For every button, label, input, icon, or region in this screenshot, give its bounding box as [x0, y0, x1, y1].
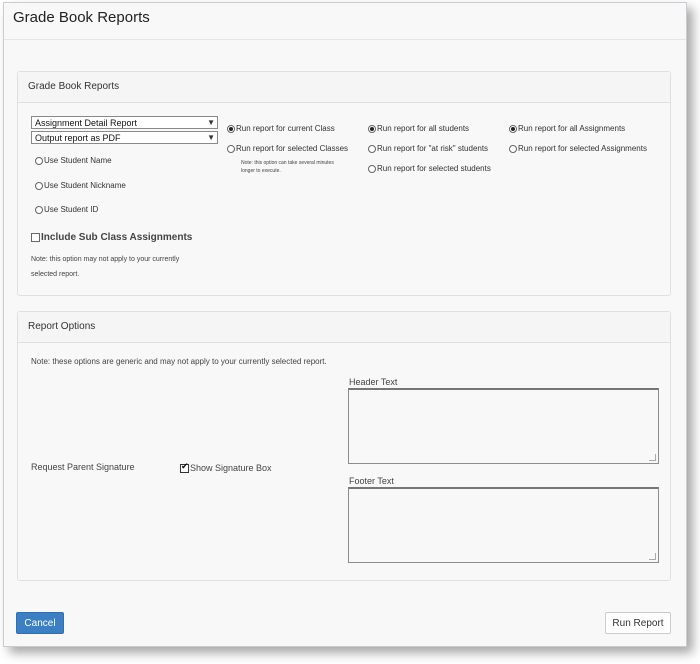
include-sub-class-checkbox[interactable]: Include Sub Class Assignments	[31, 232, 192, 243]
radio-use-student-id[interactable]: Use Student ID	[35, 205, 98, 214]
chevron-down-icon: ▼	[207, 118, 215, 127]
radio-icon	[35, 205, 43, 214]
header-text-label: Header Text	[349, 377, 398, 387]
radio-use-student-nickname[interactable]: Use Student Nickname	[35, 181, 126, 190]
title-divider	[4, 39, 686, 40]
output-format-select[interactable]: Output report as PDF ▼	[31, 131, 218, 144]
radio-label: Run report for selected Classes	[236, 144, 349, 153]
report-options-heading: Report Options	[18, 312, 670, 343]
radio-selected-icon	[227, 124, 235, 133]
radio-label: Run report for "at risk" students	[377, 144, 489, 153]
radio-label: Run report for selected students	[377, 164, 491, 173]
cancel-button[interactable]: Cancel	[16, 612, 64, 634]
show-signature-checkbox[interactable]: Show Signature Box	[180, 462, 272, 473]
radio-icon	[368, 164, 376, 173]
radio-label: Run report for current Class	[236, 124, 335, 133]
radio-at-risk-students[interactable]: Run report for "at risk" students	[368, 144, 488, 153]
parent-signature-label: Request Parent Signature	[31, 462, 135, 472]
radio-use-student-name[interactable]: Use Student Name	[35, 156, 112, 165]
report-options-panel: Report Options Note: these options are g…	[17, 311, 671, 581]
header-text-input[interactable]	[348, 388, 659, 464]
chevron-down-icon: ▼	[207, 133, 215, 142]
radio-selected-classes[interactable]: Run report for selected Classes	[227, 144, 348, 153]
radio-icon	[509, 144, 517, 153]
output-format-value: Output report as PDF	[35, 133, 121, 143]
footer-text-input[interactable]	[348, 487, 659, 563]
radio-label: Run report for all students	[377, 124, 470, 133]
radio-icon	[368, 144, 376, 153]
checkbox-checked-icon	[180, 462, 189, 473]
radio-current-class[interactable]: Run report for current Class	[227, 124, 335, 133]
report-type-value: Assignment Detail Report	[35, 118, 138, 128]
footer-text-label: Footer Text	[349, 476, 394, 486]
option-note-line-1: Note: this option may not apply to your …	[31, 256, 180, 263]
radio-selected-assignments[interactable]: Run report for selected Assignments	[509, 144, 647, 153]
radio-label: Use Student ID	[44, 205, 99, 214]
radio-label: Run report for all Assignments	[518, 124, 626, 133]
resize-handle-icon[interactable]	[649, 454, 656, 461]
report-type-select[interactable]: Assignment Detail Report ▼	[31, 116, 218, 129]
options-note: Note: these options are generic and may …	[31, 357, 327, 366]
radio-label: Use Student Name	[44, 156, 112, 165]
checkbox-label: Include Sub Class Assignments	[41, 232, 193, 243]
checkbox-label: Show Signature Box	[190, 463, 272, 473]
option-note-line-2: selected report.	[31, 271, 80, 278]
class-note-line-2: longer to execute.	[241, 168, 281, 174]
radio-all-assignments[interactable]: Run report for all Assignments	[509, 124, 625, 133]
radio-label: Use Student Nickname	[44, 181, 126, 190]
radio-label: Run report for selected Assignments	[518, 144, 647, 153]
checkbox-icon	[31, 233, 40, 242]
radio-icon	[35, 181, 43, 190]
run-report-button[interactable]: Run Report	[605, 612, 671, 634]
report-panel-heading: Grade Book Reports	[18, 72, 670, 103]
radio-selected-icon	[368, 124, 376, 133]
radio-icon	[35, 156, 43, 165]
report-panel: Grade Book Reports Assignment Detail Rep…	[17, 71, 671, 296]
dialog-title: Grade Book Reports	[13, 9, 150, 26]
radio-all-students[interactable]: Run report for all students	[368, 124, 469, 133]
radio-selected-icon	[509, 124, 517, 133]
class-note-line-1: Note: this option can take several minut…	[241, 160, 334, 166]
radio-selected-students[interactable]: Run report for selected students	[368, 164, 491, 173]
radio-icon	[227, 144, 235, 153]
resize-handle-icon[interactable]	[649, 553, 656, 560]
grade-book-dialog: Grade Book Reports Grade Book Reports As…	[3, 2, 687, 647]
